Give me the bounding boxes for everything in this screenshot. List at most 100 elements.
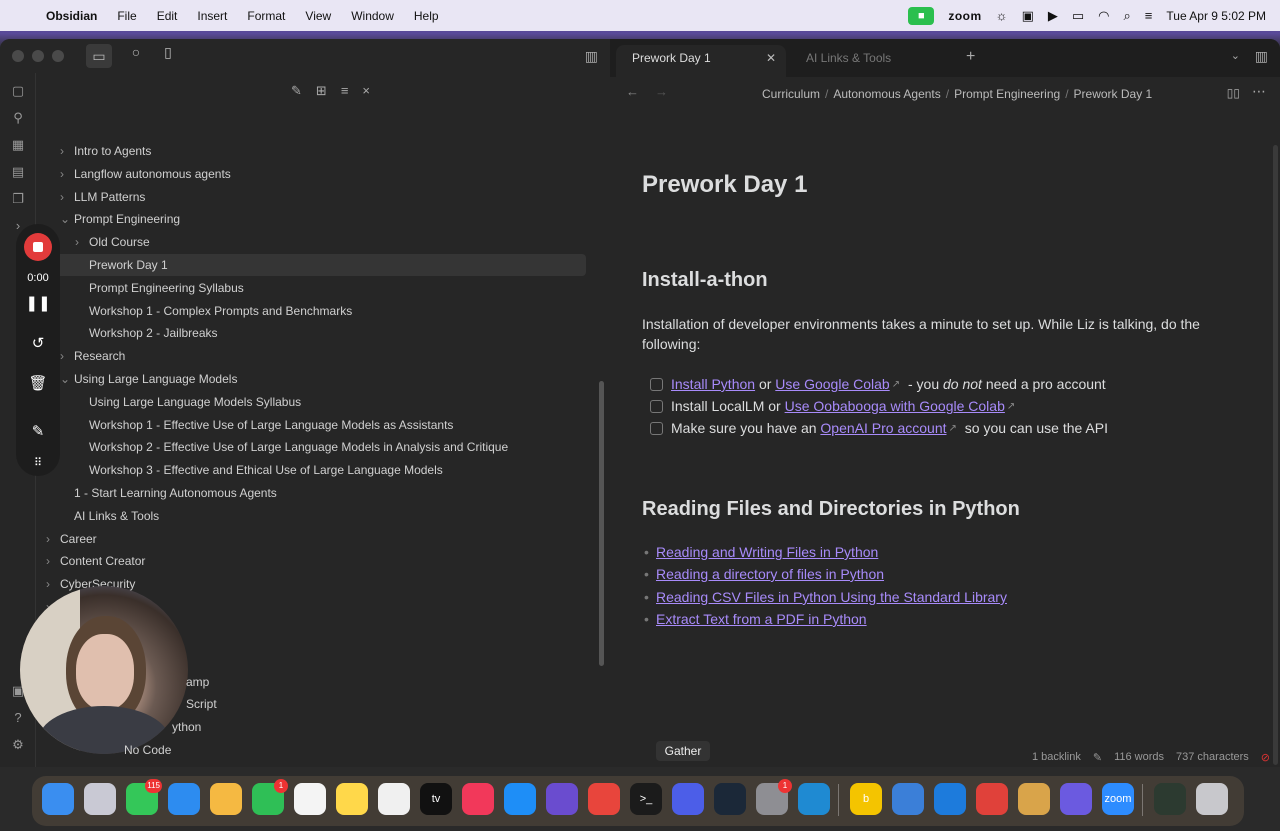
search-icon[interactable]: ○ [128,44,144,60]
sort-icon[interactable]: ≡ [341,83,349,99]
dock-app-safari[interactable] [168,783,200,815]
dock-app-messages[interactable]: 115 [126,779,162,815]
chevron-right-icon[interactable]: › [60,163,70,185]
menu-insert[interactable]: Insert [187,9,237,23]
explorer-scrollbar[interactable] [599,381,604,666]
tree-file[interactable]: Workshop 2 - Effective Use of Large Lang… [36,436,586,458]
oobabooga-colab-link[interactable]: Use Oobabooga with Google Colab [785,398,1005,414]
dock-app-trash[interactable] [1196,783,1228,815]
dock-app-photos[interactable] [210,783,242,815]
dock-app-finder[interactable] [42,783,74,815]
tree-item-label[interactable]: No Code [124,743,171,757]
close-tab-icon[interactable]: ✕ [766,45,776,71]
dock-app-app-store[interactable] [504,783,536,815]
tree-item-label[interactable]: amp [186,675,209,689]
webcam-overlay[interactable] [20,586,188,754]
stop-recording-button[interactable] [24,233,52,261]
pencil-icon[interactable]: ✎ [1093,751,1102,764]
dock-app-launchpad[interactable] [84,783,116,815]
chevron-down-icon[interactable]: ⌄ [60,368,70,390]
dock-app-gather[interactable] [672,783,704,815]
back-arrow-icon[interactable]: ← [626,84,639,99]
calendar-icon[interactable]: ▤ [10,164,26,180]
tree-folder[interactable]: › Langflow autonomous agents [36,163,586,185]
sidebar-toggle-icon[interactable]: ▥ [585,48,598,65]
openai-pro-link[interactable]: OpenAI Pro account [820,420,946,436]
pencil-icon[interactable]: ✎ [16,422,60,440]
editor-scrollbar[interactable] [1273,145,1278,765]
tree-folder[interactable]: › Research [36,345,586,367]
reading-writing-files-link[interactable]: Reading and Writing Files in Python [656,544,878,560]
tree-file[interactable]: Workshop 1 - Effective Use of Large Lang… [36,414,586,436]
breadcrumb-item[interactable]: Autonomous Agents [833,87,940,101]
menu-view[interactable]: View [295,9,341,23]
dock-app-books[interactable] [1018,783,1050,815]
task-checkbox[interactable] [650,421,663,435]
wifi-icon[interactable]: ◠ [1098,8,1109,24]
canvas-icon[interactable]: ▦ [10,137,26,153]
dock-app-vs-code[interactable] [798,783,830,815]
menu-window[interactable]: Window [341,9,404,23]
tree-folder[interactable]: › Intro to Agents [36,140,586,162]
tree-folder[interactable]: ⌄ Using Large Language Models [36,368,586,390]
dock-app-reminders[interactable] [294,783,326,815]
control-center-icon[interactable]: ≡ [1145,8,1153,23]
tab-ai-links-tools[interactable]: AI Links & Tools [790,45,960,77]
extract-pdf-link[interactable]: Extract Text from a PDF in Python [656,611,867,627]
video-camera-icon[interactable]: ■ [908,6,935,25]
chevron-right-icon[interactable]: › [46,550,56,572]
chevron-right-icon[interactable]: › [46,528,56,550]
play-icon[interactable]: ▶ [1048,8,1058,24]
backlink-count[interactable]: 1 backlink [1032,751,1081,763]
tree-file[interactable]: Using Large Language Models Syllabus [36,391,586,413]
dock-app-stack[interactable] [976,783,1008,815]
dock-app-news[interactable] [462,783,494,815]
book-icon[interactable]: ▯▯ [1227,86,1240,100]
dock-app-zoom[interactable]: zoom [1102,783,1134,815]
chevron-right-icon[interactable]: › [60,140,70,162]
display-icon[interactable]: ▣ [1022,8,1034,24]
tab-prework-day-1[interactable]: Prework Day 1 ✕ [616,45,786,77]
menu-datetime[interactable]: Tue Apr 9 5:02 PM [1166,9,1266,23]
dock-app-terminal[interactable]: >_ [630,783,662,815]
breadcrumb-item[interactable]: Curriculum [762,87,820,101]
tree-folder[interactable]: › LLM Patterns [36,186,586,208]
reading-csv-link[interactable]: Reading CSV Files in Python Using the St… [656,589,1007,605]
dock-app-chrome[interactable] [588,783,620,815]
tree-item-label[interactable]: ython [172,720,201,734]
open-switcher-icon[interactable]: ▢ [10,83,26,99]
templates-icon[interactable]: ❐ [10,191,26,207]
dock-app-text[interactable] [1060,783,1092,815]
bookmark-icon[interactable]: ▯ [160,44,176,60]
sync-off-icon[interactable]: ⊘ [1261,751,1270,764]
search-icon[interactable]: ⌕ [1124,8,1131,24]
tree-item-label[interactable]: Script [186,697,217,711]
tree-folder[interactable]: › Career [36,528,586,550]
new-tab-icon[interactable]: + [966,48,975,66]
more-options-icon[interactable]: ⋯ [1252,83,1266,100]
dock-app-bitwarden[interactable]: b [850,783,882,815]
new-note-icon[interactable]: ✎ [291,83,302,99]
dock-app-facetime[interactable]: 1 [252,779,288,815]
zoom-menu[interactable]: zoom [948,9,981,23]
chevron-right-icon[interactable]: › [60,345,70,367]
tree-file[interactable]: Prework Day 1 [48,254,586,276]
pause-icon[interactable]: ❚❚ [16,294,60,312]
google-colab-link[interactable]: Use Google Colab [775,376,889,392]
zoom-window-button[interactable] [52,50,64,62]
dock-app-screen[interactable] [1154,783,1186,815]
tree-file[interactable]: AI Links & Tools [36,505,586,527]
reading-directory-link[interactable]: Reading a directory of files in Python [656,566,884,582]
brightness-icon[interactable]: ☼ [996,8,1008,23]
dock-app-windows[interactable] [934,783,966,815]
dock-app-preview[interactable] [892,783,924,815]
tree-folder[interactable]: › Content Creator [36,550,586,572]
menu-edit[interactable]: Edit [147,9,188,23]
dock-app-steam[interactable] [714,783,746,815]
collapse-all-icon[interactable]: × [362,83,370,99]
chevron-down-icon[interactable]: ⌄ [1231,49,1240,62]
install-python-link[interactable]: Install Python [671,376,755,392]
forward-arrow-icon[interactable]: → [655,84,668,99]
restart-icon[interactable]: ↺ [16,334,60,352]
tree-file[interactable]: Workshop 1 - Complex Prompts and Benchma… [36,300,586,322]
